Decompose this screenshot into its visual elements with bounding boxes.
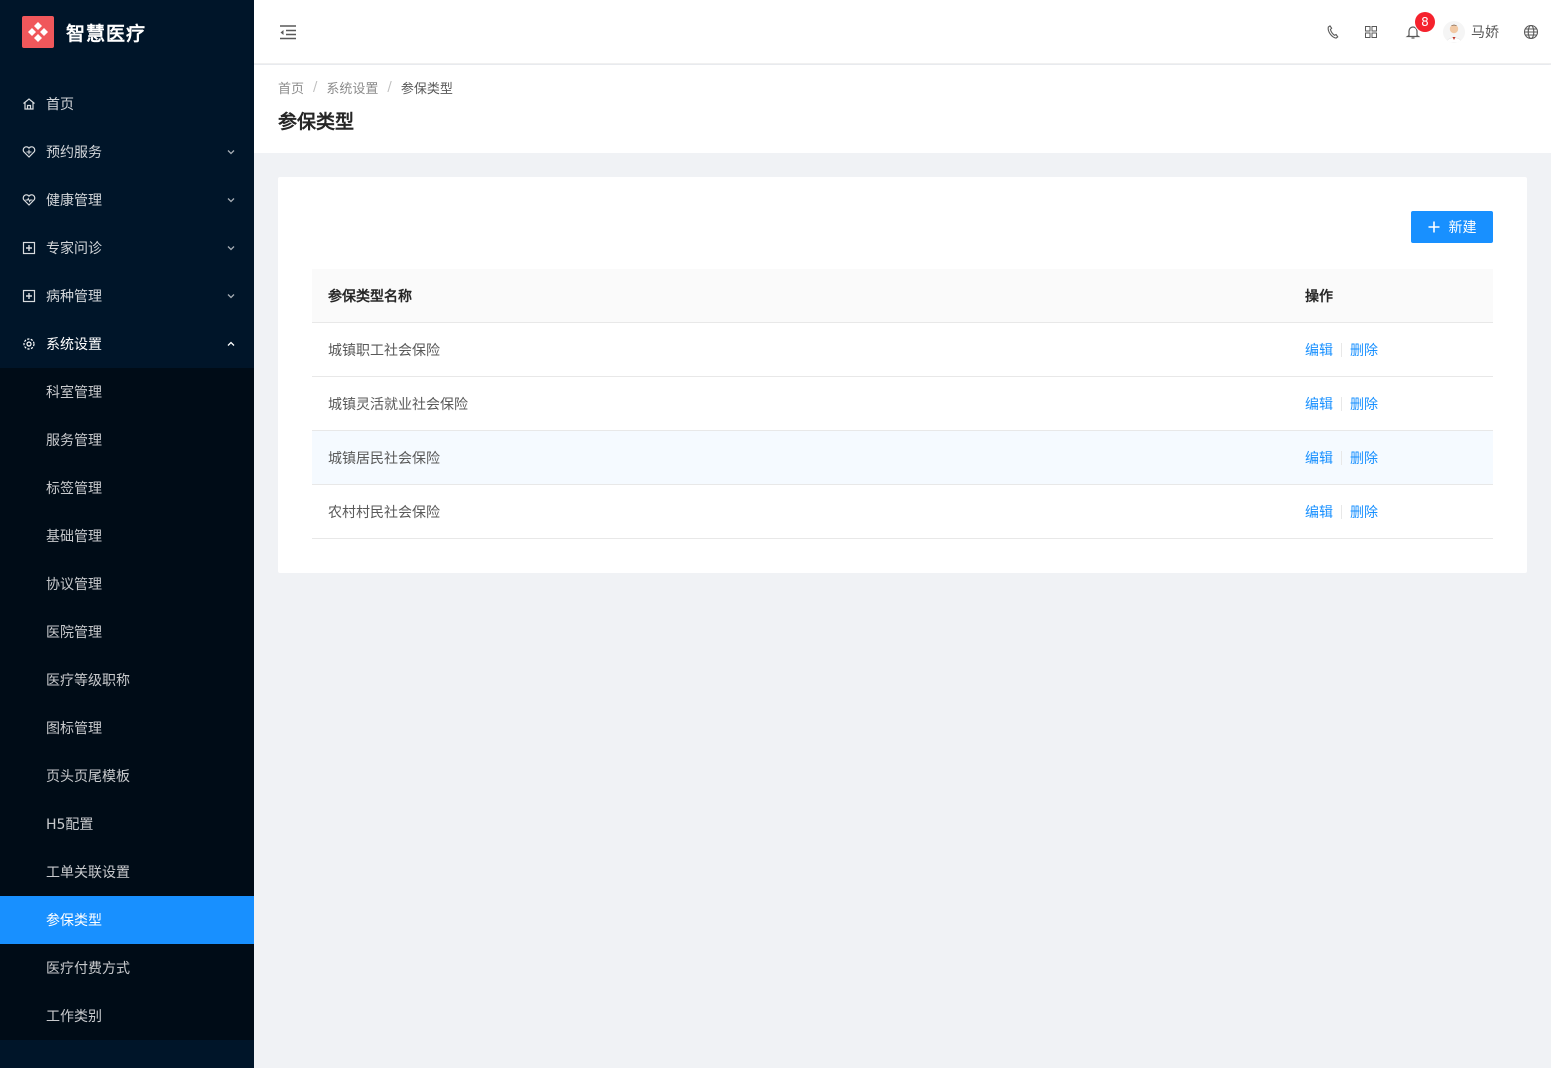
apps-grid-icon[interactable] [1353, 0, 1389, 64]
sidebar-item-health[interactable]: 健康管理 [0, 176, 254, 224]
sidebar-item-service[interactable]: 服务管理 [0, 416, 254, 464]
row-actions: 编辑 删除 [1305, 448, 1493, 468]
sidebar-item-label: 健康管理 [46, 193, 102, 209]
sidebar-item-disease[interactable]: 病种管理 [0, 272, 254, 320]
row-actions: 编辑 删除 [1305, 394, 1493, 414]
table-row: 农村村民社会保险 编辑 删除 [312, 485, 1493, 539]
row-actions: 编辑 删除 [1305, 502, 1493, 522]
user-name: 马娇 [1471, 25, 1499, 41]
sidebar-item-insurance-type[interactable]: 参保类型 [0, 896, 254, 944]
sidebar-item-ticket-link[interactable]: 工单关联设置 [0, 848, 254, 896]
logo-icon [22, 16, 54, 48]
phone-icon[interactable] [1313, 0, 1353, 64]
medical-box-icon [22, 289, 36, 303]
sidebar-item-expert[interactable]: 专家问诊 [0, 224, 254, 272]
avatar [1443, 21, 1465, 43]
action-divider [1341, 504, 1342, 519]
sidebar-item-tag[interactable]: 标签管理 [0, 464, 254, 512]
action-divider [1341, 342, 1342, 357]
globe-icon[interactable] [1511, 0, 1551, 64]
breadcrumb-home[interactable]: 首页 [278, 78, 304, 97]
breadcrumb-current: 参保类型 [400, 81, 453, 97]
edit-link[interactable]: 编辑 [1305, 340, 1333, 360]
home-icon [22, 97, 36, 111]
new-button-label: 新建 [1448, 220, 1477, 236]
table-toolbar: 新建 [278, 177, 1527, 269]
sidebar-item-label: 系统设置 [46, 337, 102, 353]
logo[interactable]: 智慧医疗 [0, 0, 254, 64]
sidebar-item-label: 专家问诊 [46, 241, 102, 257]
breadcrumb-settings[interactable]: 系统设置 [326, 78, 378, 97]
row-name: 农村村民社会保险 [328, 504, 440, 521]
row-actions: 编辑 删除 [1305, 340, 1493, 360]
insurance-type-table: 参保类型名称 操作 城镇职工社会保险 编辑 删除 城镇灵活就业社会保险 编辑 删… [312, 269, 1493, 539]
sidebar-item-work-category[interactable]: 工作类别 [0, 992, 254, 1040]
heart-appointment-icon [22, 145, 36, 159]
action-divider [1341, 396, 1342, 411]
table-header: 参保类型名称 操作 [312, 269, 1493, 323]
settings-submenu: 科室管理 服务管理 标签管理 基础管理 协议管理 医院管理 医疗等级职称 图标管… [0, 368, 254, 1040]
row-name: 城镇居民社会保险 [328, 450, 440, 467]
page-header: 首页 / 系统设置 / 参保类型 参保类型 [254, 65, 1551, 153]
top-header: 8 马娇 [254, 0, 1551, 64]
user-menu[interactable]: 马娇 [1437, 0, 1511, 64]
sidebar-item-label: 首页 [46, 97, 74, 113]
notification-badge: 8 [1415, 12, 1435, 32]
edit-link[interactable]: 编辑 [1305, 448, 1333, 468]
sidebar-menu: 首页 预约服务 健康管理 专家问诊 病种管理 系统设置 科室管理 服务管理 标签… [0, 80, 254, 1040]
edit-link[interactable]: 编辑 [1305, 394, 1333, 414]
column-header-actions: 操作 [1305, 288, 1333, 305]
new-button[interactable]: 新建 [1411, 211, 1493, 243]
sidebar-item-h5-config[interactable]: H5配置 [0, 800, 254, 848]
chevron-up-icon [226, 339, 236, 349]
sidebar-item-label: 病种管理 [46, 289, 102, 305]
sidebar-item-settings[interactable]: 系统设置 [0, 320, 254, 368]
table-row: 城镇职工社会保险 编辑 删除 [312, 323, 1493, 377]
chevron-down-icon [226, 147, 236, 157]
sidebar-item-payment-method[interactable]: 医疗付费方式 [0, 944, 254, 992]
medical-box-icon [22, 241, 36, 255]
menu-fold-icon[interactable] [278, 22, 298, 42]
delete-link[interactable]: 删除 [1350, 502, 1378, 522]
header-actions: 8 马娇 [1313, 0, 1551, 64]
sidebar-item-appointment[interactable]: 预约服务 [0, 128, 254, 176]
chevron-down-icon [226, 243, 236, 253]
delete-link[interactable]: 删除 [1350, 394, 1378, 414]
sidebar-item-agreement[interactable]: 协议管理 [0, 560, 254, 608]
breadcrumb-separator: / [313, 79, 318, 95]
heart-pulse-icon [22, 193, 36, 207]
gear-icon [22, 337, 36, 351]
column-header-name: 参保类型名称 [328, 288, 412, 305]
notification-bell-icon[interactable]: 8 [1389, 0, 1437, 64]
chevron-down-icon [226, 291, 236, 301]
table-row: 城镇居民社会保险 编辑 删除 [312, 431, 1493, 485]
delete-link[interactable]: 删除 [1350, 448, 1378, 468]
page-title: 参保类型 [278, 111, 355, 133]
sidebar-item-icon-manage[interactable]: 图标管理 [0, 704, 254, 752]
content-card: 新建 参保类型名称 操作 城镇职工社会保险 编辑 删除 城镇灵活就业社会保险 编… [278, 177, 1527, 573]
plus-icon [1428, 221, 1440, 233]
edit-link[interactable]: 编辑 [1305, 502, 1333, 522]
chevron-down-icon [226, 195, 236, 205]
breadcrumb: 首页 / 系统设置 / 参保类型 [278, 78, 1527, 97]
sidebar-item-header-footer[interactable]: 页头页尾模板 [0, 752, 254, 800]
action-divider [1341, 450, 1342, 465]
row-name: 城镇职工社会保险 [328, 342, 440, 359]
table-row: 城镇灵活就业社会保险 编辑 删除 [312, 377, 1493, 431]
breadcrumb-separator: / [387, 79, 392, 95]
row-name: 城镇灵活就业社会保险 [328, 396, 468, 413]
sidebar-item-basic[interactable]: 基础管理 [0, 512, 254, 560]
sidebar-item-hospital[interactable]: 医院管理 [0, 608, 254, 656]
sidebar-item-department[interactable]: 科室管理 [0, 368, 254, 416]
sidebar-item-label: 预约服务 [46, 145, 102, 161]
sidebar: 智慧医疗 首页 预约服务 健康管理 专家问诊 病种管理 系统设置 科室管理 服务… [0, 0, 254, 1068]
delete-link[interactable]: 删除 [1350, 340, 1378, 360]
sidebar-item-home[interactable]: 首页 [0, 80, 254, 128]
app-name: 智慧医疗 [66, 22, 147, 45]
sidebar-item-medical-title[interactable]: 医疗等级职称 [0, 656, 254, 704]
